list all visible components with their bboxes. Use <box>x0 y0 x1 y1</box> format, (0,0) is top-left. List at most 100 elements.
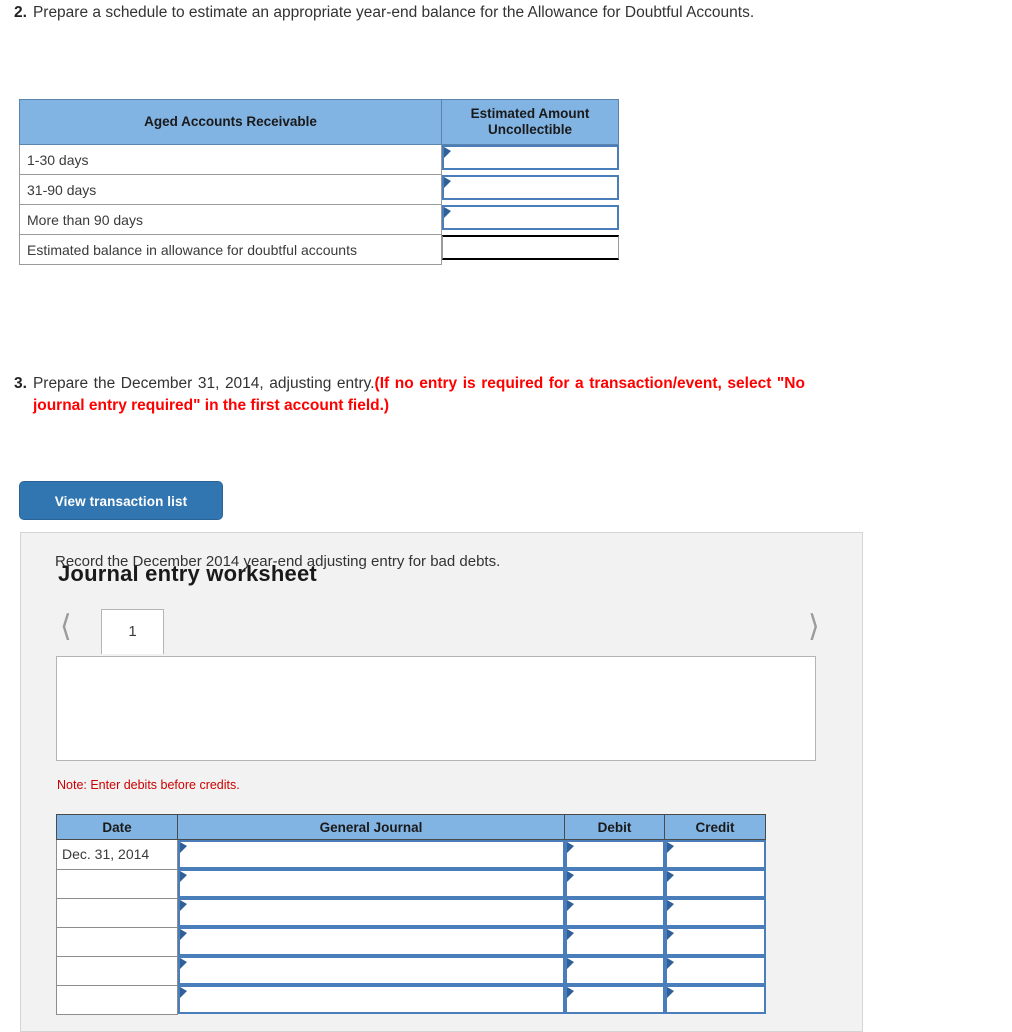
table-row <box>56 897 766 928</box>
column-header-credit: Credit <box>664 814 766 840</box>
question-3-text: Prepare the December 31, 2014, adjusting… <box>33 373 805 417</box>
cell-corner-arrow-icon <box>566 900 574 911</box>
record-description-text: Record the December 2014 year-end adjust… <box>55 553 501 570</box>
note-enter-debits-before-credits: Note: Enter debits before credits. <box>57 778 240 792</box>
debit-cell <box>564 869 665 898</box>
date-cell[interactable] <box>56 955 178 986</box>
worksheet-tab-strip: ⟨ 1 ⟩ <box>21 605 864 654</box>
date-cell[interactable]: Dec. 31, 2014 <box>56 839 178 870</box>
general-journal-cell <box>177 869 565 898</box>
table-row: Dec. 31, 2014 <box>56 839 766 870</box>
credit-cell <box>664 956 766 985</box>
general-journal-input[interactable] <box>178 898 565 927</box>
chevron-right-icon[interactable]: ⟩ <box>808 605 820 649</box>
table-header-row: Date General Journal Debit Credit <box>56 814 766 840</box>
general-journal-input[interactable] <box>178 985 565 1014</box>
date-cell[interactable] <box>56 897 178 928</box>
cell-corner-arrow-icon <box>566 871 574 882</box>
credit-input[interactable] <box>664 840 766 869</box>
debit-input[interactable] <box>564 985 665 1014</box>
table-row <box>56 868 766 899</box>
date-cell[interactable] <box>56 868 178 899</box>
cell-corner-arrow-icon <box>666 842 674 853</box>
cell-corner-arrow-icon <box>666 958 674 969</box>
row-label-31-90-days: 31-90 days <box>19 174 442 205</box>
amount-input-1-30-days[interactable] <box>442 145 619 170</box>
worksheet-tab-1[interactable]: 1 <box>101 609 164 654</box>
debit-input[interactable] <box>564 840 665 869</box>
general-journal-cell <box>177 985 565 1014</box>
table-row: 1-30 days <box>19 144 619 175</box>
debit-cell <box>564 898 665 927</box>
cell-corner-arrow-icon <box>666 929 674 940</box>
date-cell[interactable] <box>56 984 178 1015</box>
general-journal-input[interactable] <box>178 840 565 869</box>
cell-corner-arrow-icon <box>180 842 187 853</box>
general-journal-cell <box>177 839 565 869</box>
general-journal-input[interactable] <box>178 927 565 956</box>
credit-input[interactable] <box>664 927 766 956</box>
cell-corner-arrow-icon <box>566 842 574 853</box>
general-journal-cell <box>177 956 565 985</box>
date-cell[interactable] <box>56 926 178 957</box>
debit-input[interactable] <box>564 898 665 927</box>
cell-corner-arrow-icon <box>180 900 187 911</box>
credit-input[interactable] <box>664 898 766 927</box>
debit-input[interactable] <box>564 927 665 956</box>
view-transaction-list-button[interactable]: View transaction list <box>19 481 223 520</box>
general-journal-input[interactable] <box>178 869 565 898</box>
amount-input-more-than-90-days[interactable] <box>442 204 619 230</box>
column-header-general-journal: General Journal <box>177 814 565 840</box>
cell-corner-arrow-icon <box>180 871 187 882</box>
aged-accounts-receivable-table: Aged Accounts Receivable Estimated Amoun… <box>19 99 619 265</box>
question-3-number: 3. <box>14 375 27 392</box>
credit-cell <box>664 869 766 898</box>
debit-input[interactable] <box>564 956 665 985</box>
amount-cell-estimated-balance <box>441 234 619 265</box>
table-row: 31-90 days <box>19 174 619 205</box>
cell-corner-arrow-icon <box>666 987 674 998</box>
amount-cell-more-than-90-days <box>441 204 619 235</box>
cell-corner-arrow-icon <box>180 987 187 998</box>
row-label-more-than-90-days: More than 90 days <box>19 204 442 235</box>
amount-cell-31-90-days <box>441 174 619 205</box>
credit-cell <box>664 839 766 869</box>
credit-cell <box>664 898 766 927</box>
record-description-box <box>56 656 816 761</box>
cell-corner-arrow-icon <box>666 871 674 882</box>
table-row-total: Estimated balance in allowance for doubt… <box>19 234 619 265</box>
cell-corner-arrow-icon <box>444 206 451 218</box>
credit-cell <box>664 927 766 956</box>
general-journal-input[interactable] <box>178 956 565 985</box>
credit-cell <box>664 985 766 1014</box>
row-label-1-30-days: 1-30 days <box>19 144 442 175</box>
cell-corner-arrow-icon <box>180 929 187 940</box>
table-row <box>56 955 766 986</box>
amount-cell-1-30-days <box>441 144 619 175</box>
cell-corner-arrow-icon <box>566 958 574 969</box>
question-3: 3. Prepare the December 31, 2014, adjust… <box>14 373 816 417</box>
credit-input[interactable] <box>664 985 766 1014</box>
debit-cell <box>564 985 665 1014</box>
chevron-left-icon[interactable]: ⟨ <box>60 605 72 649</box>
amount-total-estimated-balance <box>442 234 619 260</box>
column-header-date: Date <box>56 814 178 840</box>
row-label-estimated-balance: Estimated balance in allowance for doubt… <box>19 234 442 265</box>
table-header-row: Aged Accounts Receivable Estimated Amoun… <box>19 99 619 145</box>
amount-input-31-90-days[interactable] <box>442 174 619 200</box>
general-journal-table: Date General Journal Debit Credit Dec. 3… <box>56 814 766 1015</box>
column-header-estimated-amount-uncollectible: Estimated Amount Uncollectible <box>441 99 619 145</box>
cell-corner-arrow-icon <box>566 987 574 998</box>
debit-cell <box>564 956 665 985</box>
question-3-text-plain: Prepare the December 31, 2014, adjusting… <box>32 375 375 392</box>
cell-corner-arrow-icon <box>566 929 574 940</box>
table-row: More than 90 days <box>19 204 619 235</box>
cell-corner-arrow-icon <box>180 958 187 969</box>
credit-input[interactable] <box>664 956 766 985</box>
cell-corner-arrow-icon <box>666 900 674 911</box>
general-journal-cell <box>177 898 565 927</box>
column-header-aged-accounts-receivable: Aged Accounts Receivable <box>19 99 442 145</box>
debit-input[interactable] <box>564 869 665 898</box>
table-row <box>56 984 766 1015</box>
credit-input[interactable] <box>664 869 766 898</box>
